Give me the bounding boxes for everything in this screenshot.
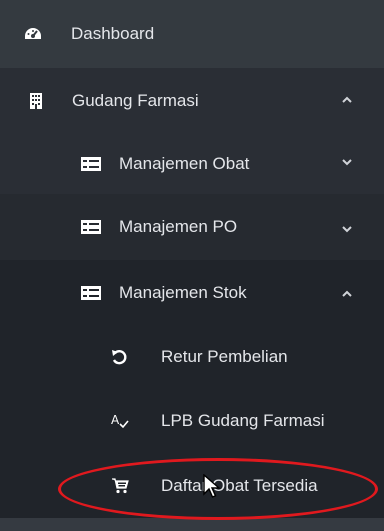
chevron-up-icon bbox=[342, 288, 352, 300]
sidebar-item-lpb-gudang-farmasi[interactable]: A LPB Gudang Farmasi bbox=[0, 388, 384, 454]
sidebar-item-label: Manajemen Stok bbox=[119, 283, 247, 302]
sidebar-item-daftar-obat-tersedia[interactable]: Daftar Obat Tersedia bbox=[0, 454, 384, 518]
chevron-up-icon bbox=[342, 94, 352, 106]
sidebar-item-manajemen-stok[interactable]: Manajemen Stok bbox=[0, 260, 384, 326]
chevron-down-icon bbox=[342, 157, 352, 169]
spell-check-icon: A bbox=[111, 413, 129, 429]
mouse-pointer-icon bbox=[203, 473, 221, 505]
cart-icon bbox=[111, 478, 129, 494]
sidebar-item-dashboard[interactable]: Dashboard bbox=[0, 0, 384, 68]
list-icon bbox=[81, 157, 101, 171]
sidebar-item-label: Dashboard bbox=[71, 24, 155, 43]
sidebar-item-manajemen-obat[interactable]: Manajemen Obat bbox=[0, 134, 384, 194]
sidebar-item-label: Gudang Farmasi bbox=[72, 91, 199, 110]
list-icon bbox=[81, 286, 101, 300]
sidebar-item-label: Manajemen PO bbox=[119, 217, 238, 236]
sidebar-item-manajemen-po[interactable]: Manajemen PO bbox=[0, 194, 384, 260]
sidebar-menu: Dashboard Gudang Farmasi Manajemen Obat … bbox=[0, 0, 384, 531]
sidebar-item-label: LPB Gudang Farmasi bbox=[161, 411, 325, 430]
tachometer-icon bbox=[24, 26, 42, 42]
chevron-down-icon bbox=[342, 224, 352, 236]
sidebar-item-gudang-farmasi[interactable]: Gudang Farmasi bbox=[0, 68, 384, 134]
sidebar-item-label: Manajemen Obat bbox=[119, 154, 250, 173]
undo-icon bbox=[111, 349, 127, 365]
sidebar-item-label: Daftar Obat Tersedia bbox=[161, 476, 318, 495]
svg-text:A: A bbox=[111, 413, 120, 427]
sidebar-item-retur-pembelian[interactable]: Retur Pembelian bbox=[0, 326, 384, 388]
building-icon bbox=[30, 93, 42, 109]
sidebar-item-label: Retur Pembelian bbox=[161, 347, 288, 366]
list-icon bbox=[81, 220, 101, 234]
sidebar-bottom-strip bbox=[0, 518, 384, 531]
